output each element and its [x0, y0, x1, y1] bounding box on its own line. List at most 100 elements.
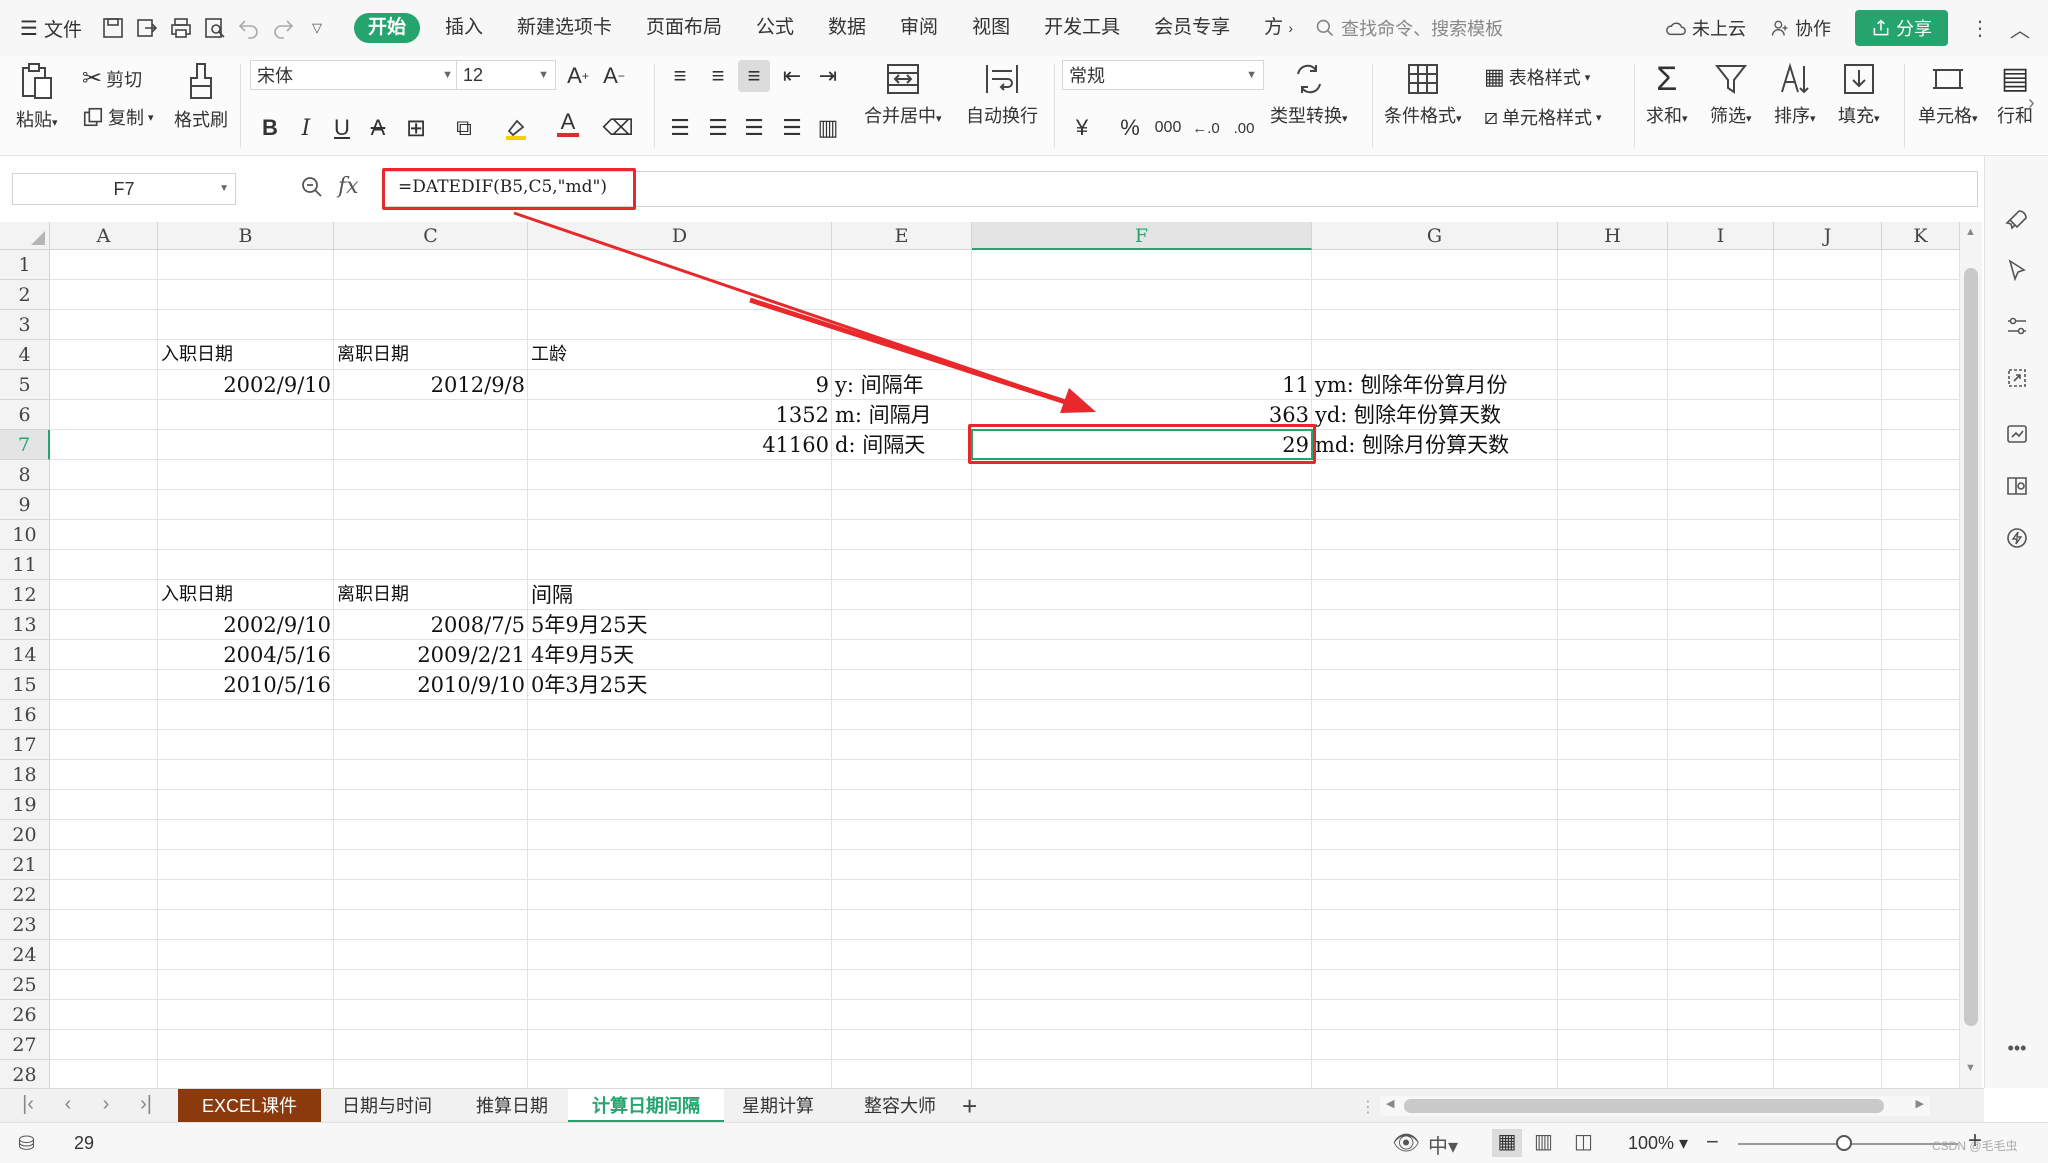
cell-b13[interactable]: 2002/9/10	[158, 610, 334, 640]
column-header-j[interactable]: J	[1774, 222, 1882, 250]
sort-button[interactable]: 排序▾	[1774, 62, 1816, 128]
align-middle-icon[interactable]: ≡	[702, 60, 734, 92]
print-preview-icon[interactable]	[198, 0, 232, 56]
tab-formulas[interactable]: 公式	[739, 0, 811, 56]
cell-d6[interactable]: 1352	[528, 400, 832, 430]
table-style-button[interactable]: ▦ 表格样式 ▾	[1484, 64, 1590, 90]
tab-new-tab[interactable]: 新建选项卡	[500, 0, 629, 56]
normal-view-icon[interactable]: ▦	[1492, 1129, 1522, 1157]
lightning-icon[interactable]	[2003, 524, 2031, 552]
tab-more[interactable]: 方 ›	[1247, 0, 1297, 56]
select-all-corner[interactable]	[0, 222, 50, 250]
row-header-10[interactable]: 10	[0, 520, 50, 550]
page-layout-view-icon[interactable]: ▥	[1534, 1129, 1553, 1154]
row-header-20[interactable]: 20	[0, 820, 50, 850]
redo-icon[interactable]	[266, 0, 300, 56]
align-bottom-icon[interactable]: ≡	[738, 60, 770, 92]
column-header-b[interactable]: B	[158, 222, 334, 250]
cell-g6[interactable]: yd: 刨除年份算天数	[1312, 400, 1732, 430]
increase-font-icon[interactable]: A +	[562, 60, 594, 92]
cell-b14[interactable]: 2004/5/16	[158, 640, 334, 670]
cell-g5[interactable]: ym: 刨除年份算月份	[1312, 370, 1732, 400]
column-header-c[interactable]: C	[334, 222, 528, 250]
tab-insert[interactable]: 插入	[428, 0, 500, 56]
eye-protection-icon[interactable]: 👁	[1392, 1130, 1420, 1156]
cell-c14[interactable]: 2009/2/21	[334, 640, 528, 670]
row-header-25[interactable]: 25	[0, 970, 50, 1000]
distributed-icon[interactable]: ▥	[812, 112, 844, 144]
thousands-icon[interactable]: 000	[1152, 112, 1184, 144]
row-header-16[interactable]: 16	[0, 700, 50, 730]
font-color-icon[interactable]: A	[552, 108, 584, 140]
add-sheet-button[interactable]: +	[962, 1089, 977, 1123]
scrollbar-thumb[interactable]	[1964, 268, 1978, 1026]
cell-d7[interactable]: 41160	[528, 430, 832, 460]
column-header-a[interactable]: A	[50, 222, 158, 250]
cell-g7[interactable]: md: 刨除月份算天数	[1312, 430, 1732, 460]
type-convert-button[interactable]: 类型转换▾	[1270, 62, 1348, 128]
cell-f5[interactable]: 11	[972, 370, 1312, 400]
tab-home[interactable]: 开始	[353, 13, 420, 43]
undo-icon[interactable]	[232, 0, 266, 56]
sheet-tab-6[interactable]: 整容大师	[840, 1089, 960, 1123]
bold-icon[interactable]: B	[254, 112, 286, 144]
merge-center-button[interactable]: 合并居中▾	[864, 62, 942, 128]
cell-c15[interactable]: 2010/9/10	[334, 670, 528, 700]
increase-indent-icon[interactable]: ⇥	[812, 60, 844, 92]
cell-d15[interactable]: 0年3月25天	[528, 670, 948, 700]
last-sheet-icon[interactable]: ›|	[128, 1093, 164, 1116]
save-icon[interactable]	[96, 0, 130, 56]
zoom-level[interactable]: 100% ▾	[1628, 1133, 1688, 1154]
justify-icon[interactable]: ☰	[776, 112, 808, 144]
column-header-d[interactable]: D	[528, 222, 832, 250]
increase-decimal-icon[interactable]: ←.0	[1190, 112, 1222, 144]
tab-page-layout[interactable]: 页面布局	[629, 0, 739, 56]
scroll-up-icon[interactable]: ▲	[1965, 226, 1976, 238]
row-header-7[interactable]: 7	[0, 430, 50, 460]
cell-c5[interactable]: 2012/9/8	[334, 370, 528, 400]
cell-c13[interactable]: 2008/7/5	[334, 610, 528, 640]
command-search[interactable]: 查找命令、搜索模板	[1315, 15, 1635, 41]
column-header-k[interactable]: K	[1882, 222, 1960, 250]
more-horizontal-icon[interactable]: •••	[2003, 1034, 2031, 1062]
share-button[interactable]: 分享	[1855, 10, 1948, 46]
scroll-right-icon[interactable]: ▶	[1916, 1097, 1924, 1110]
next-sheet-icon[interactable]: ›	[88, 1093, 124, 1116]
row-header-22[interactable]: 22	[0, 880, 50, 910]
tab-developer[interactable]: 开发工具	[1027, 0, 1137, 56]
row-header-4[interactable]: 4	[0, 340, 50, 370]
column-header-h[interactable]: H	[1558, 222, 1668, 250]
export-icon[interactable]	[130, 0, 164, 56]
insert-function-icon[interactable]: fx	[338, 174, 359, 199]
scroll-down-icon[interactable]: ▼	[1965, 1062, 1976, 1074]
row-header-8[interactable]: 8	[0, 460, 50, 490]
cloud-status-button[interactable]: 未上云	[1653, 15, 1758, 41]
row-header-17[interactable]: 17	[0, 730, 50, 760]
collapse-ribbon-icon[interactable]: ︿	[2000, 14, 2040, 43]
font-size-select[interactable]: 12 ▼	[456, 60, 556, 90]
sheet-tab-4[interactable]: 计算日期间隔	[568, 1089, 724, 1123]
row-header-26[interactable]: 26	[0, 1000, 50, 1030]
tab-splitter[interactable]: ⋮	[1360, 1097, 1376, 1117]
decrease-indent-icon[interactable]: ⇤	[776, 60, 808, 92]
tab-data[interactable]: 数据	[811, 0, 883, 56]
row-header-18[interactable]: 18	[0, 760, 50, 790]
highlight-icon[interactable]	[500, 112, 532, 144]
sheet-tab-1[interactable]: EXCEL课件	[178, 1089, 322, 1123]
sheet-tab-5[interactable]: 星期计算	[718, 1089, 838, 1123]
row-header-14[interactable]: 14	[0, 640, 50, 670]
zoom-out-icon[interactable]: −	[1706, 1129, 1719, 1155]
row-header-2[interactable]: 2	[0, 280, 50, 310]
currency-icon[interactable]: ¥	[1066, 112, 1098, 144]
sheet-tab-2[interactable]: 日期与时间	[318, 1089, 456, 1123]
align-left-icon[interactable]: ☰	[664, 112, 696, 144]
rocket-icon[interactable]	[2003, 206, 2031, 234]
tab-view[interactable]: 视图	[955, 0, 1027, 56]
cell-button[interactable]: 单元格▾	[1918, 62, 1978, 128]
tab-member[interactable]: 会员专享	[1137, 0, 1247, 56]
vertical-scrollbar[interactable]: ▲ ▼	[1960, 222, 1982, 1088]
row-header-1[interactable]: 1	[0, 250, 50, 280]
input-mode-icon[interactable]: 中▾	[1428, 1130, 1458, 1159]
column-header-i[interactable]: I	[1668, 222, 1774, 250]
conditional-format-button[interactable]: 条件格式▾	[1384, 62, 1462, 128]
